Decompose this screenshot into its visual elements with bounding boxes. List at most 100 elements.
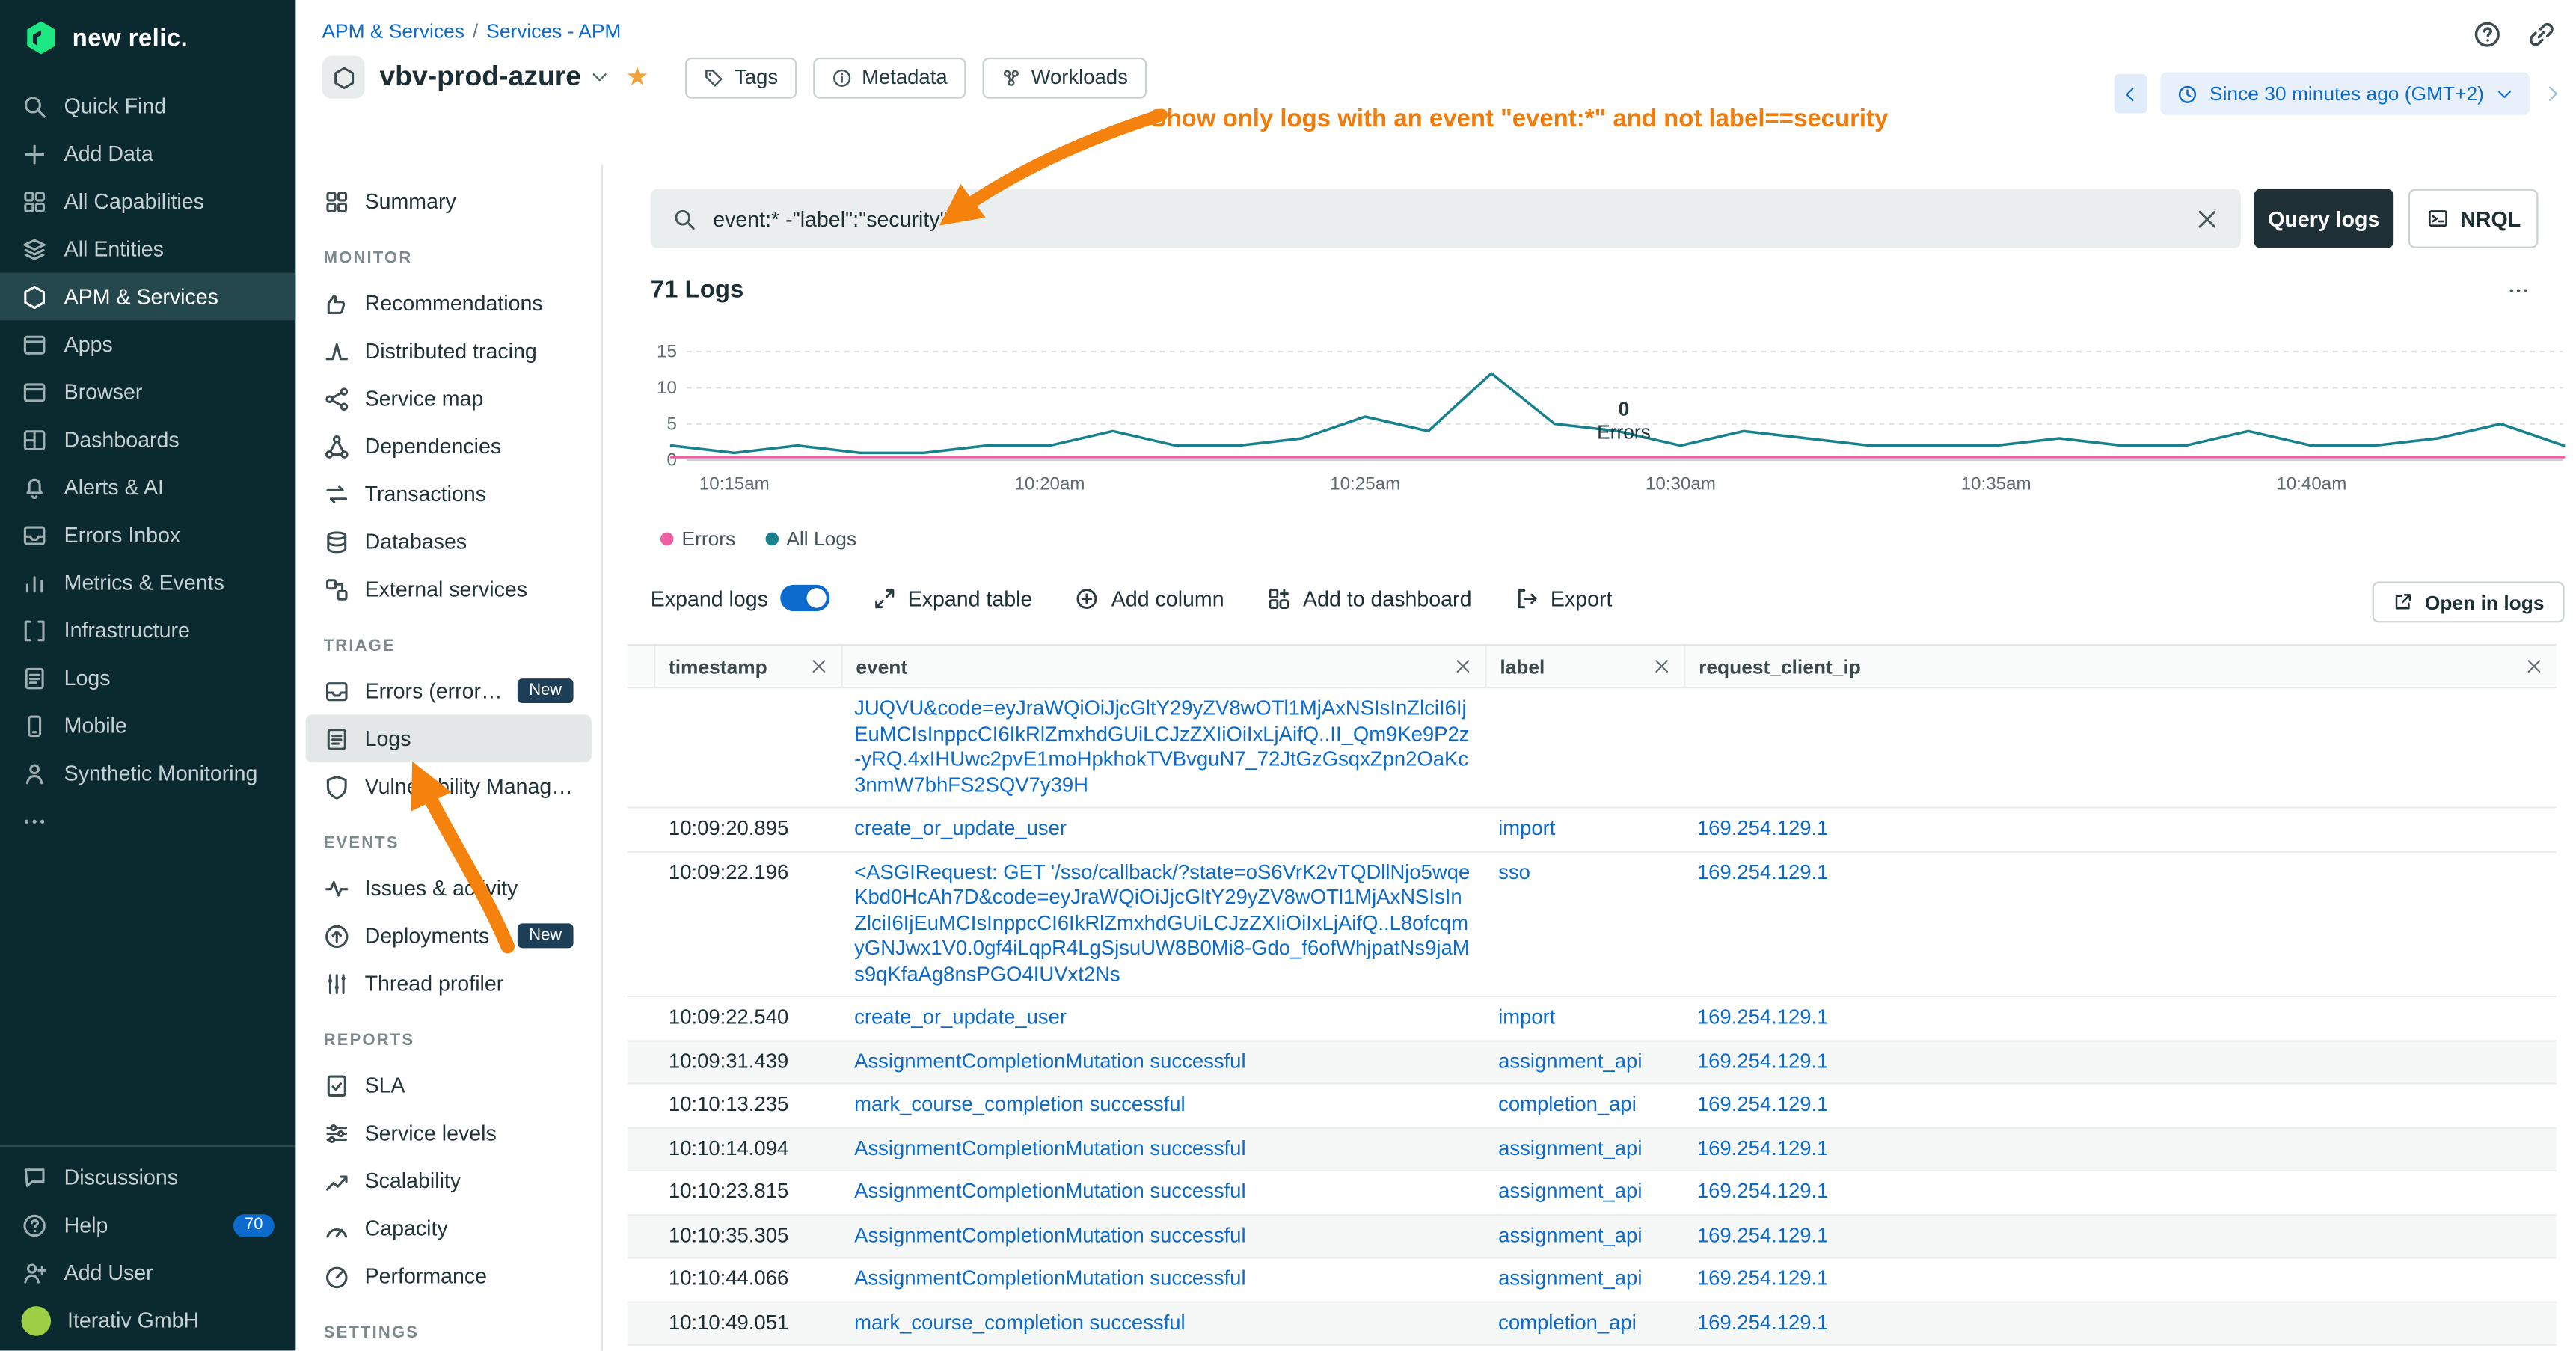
log-request-client-ip-link[interactable]: 169.254.129.1 bbox=[1684, 1128, 2556, 1170]
log-request-client-ip-link[interactable]: 169.254.129.1 bbox=[1684, 1085, 2556, 1127]
log-event-link[interactable]: create_or_update_user bbox=[841, 997, 1485, 1039]
log-row[interactable]: 10:09:22.196<ASGIRequest: GET '/sso/call… bbox=[628, 852, 2557, 997]
clear-query-icon[interactable] bbox=[2195, 206, 2219, 231]
log-label-link[interactable]: import bbox=[1485, 997, 1684, 1039]
entity-picker-chevron-icon[interactable] bbox=[589, 67, 609, 87]
subnav-item-issues-activity[interactable]: Issues & activity bbox=[306, 864, 592, 912]
subnav-item-transactions[interactable]: Transactions bbox=[306, 470, 592, 518]
nrql-button[interactable]: NRQL bbox=[2408, 189, 2539, 248]
log-row[interactable]: 10:10:23.815AssignmentCompletionMutation… bbox=[628, 1171, 2557, 1215]
sidebar-item-errors-inbox[interactable]: Errors Inbox bbox=[0, 511, 295, 559]
expand-logs-toggle[interactable] bbox=[779, 585, 829, 611]
open-in-logs-button[interactable]: Open in logs bbox=[2373, 582, 2564, 623]
remove-column-icon[interactable] bbox=[810, 658, 828, 676]
query-logs-button[interactable]: Query logs bbox=[2254, 189, 2393, 248]
add-to-dashboard-button[interactable]: Add to dashboard bbox=[1267, 586, 1472, 610]
subnav-item-distributed-tracing[interactable]: Distributed tracing bbox=[306, 327, 592, 375]
remove-column-icon[interactable] bbox=[1653, 658, 1671, 676]
log-event-link[interactable]: mark_course_completion successful bbox=[841, 1302, 1485, 1344]
newrelic-logo[interactable]: new relic. bbox=[0, 0, 295, 82]
metadata-button[interactable]: Metadata bbox=[812, 57, 966, 98]
log-request-client-ip-link[interactable]: 169.254.129.1 bbox=[1684, 852, 2556, 894]
log-row[interactable]: 10:10:35.305AssignmentCompletionMutation… bbox=[628, 1215, 2557, 1258]
log-event-link[interactable]: mark_course_completion successful bbox=[841, 1085, 1485, 1127]
subnav-item-dependencies[interactable]: Dependencies bbox=[306, 422, 592, 470]
log-label-link[interactable]: assignment_api bbox=[1485, 1171, 1684, 1213]
breadcrumb-apm-services[interactable]: APM & Services bbox=[322, 19, 464, 43]
log-event-link[interactable]: AssignmentCompletionMutation successful bbox=[841, 1215, 1485, 1257]
log-request-client-ip-link[interactable]: 169.254.129.1 bbox=[1684, 1346, 2556, 1351]
log-event-link[interactable]: AssignmentCompletionMutation successful bbox=[841, 1128, 1485, 1170]
subnav-item-capacity[interactable]: Capacity bbox=[306, 1204, 592, 1252]
log-query-input[interactable] bbox=[713, 206, 2178, 231]
column-header-timestamp[interactable]: timestamp bbox=[654, 646, 841, 687]
sidebar-item-add-data[interactable]: Add Data bbox=[0, 130, 295, 178]
log-row[interactable]: 10:10:49.051mark_course_completion succe… bbox=[628, 1302, 2557, 1346]
log-request-client-ip-link[interactable] bbox=[1684, 688, 2556, 705]
log-row[interactable]: 10:09:20.895create_or_update_userimport1… bbox=[628, 809, 2557, 852]
log-label-link[interactable]: assignment_api bbox=[1485, 1128, 1684, 1170]
log-row[interactable]: 10:09:31.439AssignmentCompletionMutation… bbox=[628, 1041, 2557, 1084]
subnav-item-databases[interactable]: Databases bbox=[306, 518, 592, 566]
sidebar-item-all-entities[interactable]: All Entities bbox=[0, 225, 295, 273]
sidebar-item-logs[interactable]: Logs bbox=[0, 654, 295, 702]
sidebar-item-dots[interactable] bbox=[0, 797, 295, 845]
log-label-link[interactable] bbox=[1485, 688, 1684, 705]
log-label-link[interactable]: import bbox=[1485, 809, 1684, 851]
column-header-request-client-ip[interactable]: request_client_ip bbox=[1684, 646, 2556, 687]
log-label-link[interactable]: assignment_api bbox=[1485, 1346, 1684, 1351]
sidebar-item-mobile[interactable]: Mobile bbox=[0, 702, 295, 750]
log-event-link[interactable]: AssignmentCompletionMutation successful bbox=[841, 1346, 1485, 1351]
log-label-link[interactable]: assignment_api bbox=[1485, 1258, 1684, 1300]
workloads-button[interactable]: Workloads bbox=[982, 57, 1146, 98]
log-request-client-ip-link[interactable]: 169.254.129.1 bbox=[1684, 1258, 2556, 1300]
log-request-client-ip-link[interactable]: 169.254.129.1 bbox=[1684, 809, 2556, 851]
log-row[interactable]: 10:11:00.311AssignmentCompletionMutation… bbox=[628, 1346, 2557, 1351]
sidebar-item-infrastructure[interactable]: Infrastructure bbox=[0, 606, 295, 654]
sidebar-item-dashboards[interactable]: Dashboards bbox=[0, 416, 295, 464]
help-icon[interactable] bbox=[2473, 19, 2503, 49]
legend-item-all-logs[interactable]: All Logs bbox=[765, 527, 856, 551]
subnav-item-external-services[interactable]: External services bbox=[306, 566, 592, 613]
subnav-item-errors-errors-inb[interactable]: Errors (errors inb...New bbox=[306, 667, 592, 715]
sidebar-footer-add-user[interactable]: Add User bbox=[0, 1249, 295, 1296]
subnav-item-scalability[interactable]: Scalability bbox=[306, 1157, 592, 1204]
log-request-client-ip-link[interactable]: 169.254.129.1 bbox=[1684, 1171, 2556, 1213]
logs-timeseries-chart[interactable]: 15105010:15am10:20am10:25am10:30am10:35a… bbox=[644, 322, 2566, 506]
subnav-item-deployments[interactable]: DeploymentsNew bbox=[306, 912, 592, 960]
log-row[interactable]: 10:10:44.066AssignmentCompletionMutation… bbox=[628, 1258, 2557, 1302]
sidebar-footer-iterativ-gmbh[interactable]: Iterativ GmbH bbox=[0, 1296, 295, 1344]
log-row[interactable]: 10:10:14.094AssignmentCompletionMutation… bbox=[628, 1128, 2557, 1171]
more-options-button[interactable] bbox=[2503, 279, 2533, 302]
legend-item-errors[interactable]: Errors bbox=[660, 527, 735, 551]
log-label-link[interactable]: completion_api bbox=[1485, 1302, 1684, 1344]
log-label-link[interactable]: completion_api bbox=[1485, 1085, 1684, 1127]
log-event-link[interactable]: AssignmentCompletionMutation successful bbox=[841, 1258, 1485, 1300]
log-row[interactable]: 10:10:13.235mark_course_completion succe… bbox=[628, 1085, 2557, 1128]
sidebar-item-apm-services[interactable]: APM & Services bbox=[0, 273, 295, 321]
sidebar-item-synthetic-monitoring[interactable]: Synthetic Monitoring bbox=[0, 750, 295, 797]
time-back-button[interactable] bbox=[2115, 74, 2147, 114]
log-event-link[interactable]: AssignmentCompletionMutation successful bbox=[841, 1171, 1485, 1213]
log-row[interactable]: 10:09:22.540create_or_update_userimport1… bbox=[628, 997, 2557, 1041]
log-request-client-ip-link[interactable]: 169.254.129.1 bbox=[1684, 1302, 2556, 1344]
favorite-star-icon[interactable]: ★ bbox=[625, 61, 649, 94]
sidebar-item-metrics-events[interactable]: Metrics & Events bbox=[0, 559, 295, 607]
log-event-link[interactable]: create_or_update_user bbox=[841, 809, 1485, 851]
sidebar-footer-help[interactable]: Help70 bbox=[0, 1201, 295, 1249]
expand-table-button[interactable]: Expand table bbox=[871, 586, 1032, 610]
sidebar-item-browser[interactable]: Browser bbox=[0, 368, 295, 416]
sidebar-item-all-capabilities[interactable]: All Capabilities bbox=[0, 177, 295, 225]
sidebar-item-alerts-ai[interactable]: Alerts & AI bbox=[0, 463, 295, 511]
log-request-client-ip-link[interactable]: 169.254.129.1 bbox=[1684, 1041, 2556, 1082]
tags-button[interactable]: Tags bbox=[685, 57, 796, 98]
sidebar-item-apps[interactable]: Apps bbox=[0, 320, 295, 368]
log-request-client-ip-link[interactable]: 169.254.129.1 bbox=[1684, 997, 2556, 1039]
subnav-item-thread-profiler[interactable]: Thread profiler bbox=[306, 960, 592, 1008]
log-label-link[interactable]: sso bbox=[1485, 852, 1684, 894]
log-label-link[interactable]: assignment_api bbox=[1485, 1215, 1684, 1257]
log-event-link[interactable]: <ASGIRequest: GET '/sso/callback/?state=… bbox=[841, 852, 1485, 996]
log-request-client-ip-link[interactable]: 169.254.129.1 bbox=[1684, 1215, 2556, 1257]
subnav-item-sla[interactable]: SLA bbox=[306, 1062, 592, 1109]
subnav-item-recommendations[interactable]: Recommendations bbox=[306, 279, 592, 327]
